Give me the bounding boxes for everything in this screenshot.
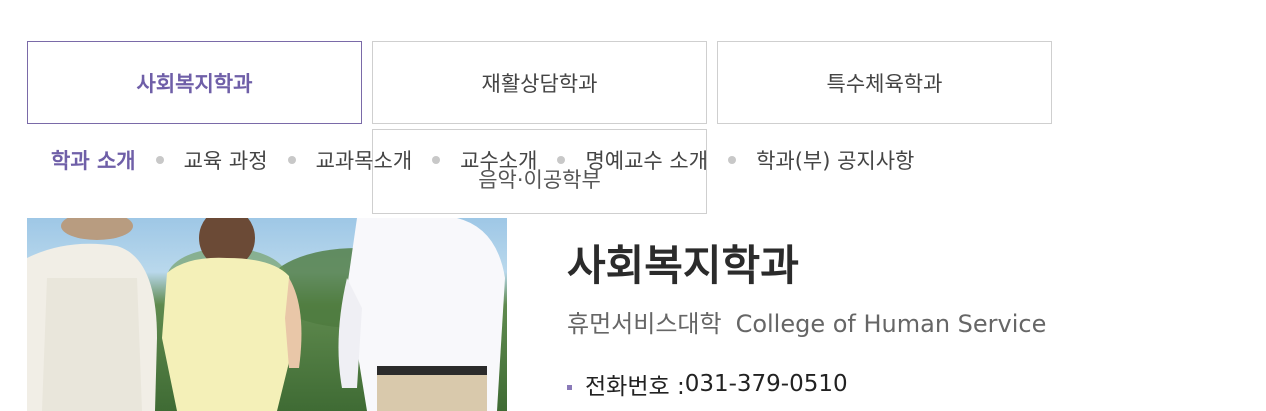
tab-label: 사회복지학과 <box>136 71 253 96</box>
tab-label: 재활상담학과 <box>481 71 598 96</box>
separator-dot <box>155 156 164 164</box>
department-title: 사회복지학과 <box>567 241 799 290</box>
subnav-item-emeritus-faculty[interactable]: 명예교수 소개 <box>585 145 708 175</box>
subnav-item-course-intro[interactable]: 교과목소개 <box>316 145 413 175</box>
college-name-korean: 휴먼서비스대학 <box>567 310 722 338</box>
subnav-item-department-intro[interactable]: 학과 소개 <box>51 145 136 175</box>
separator-dot <box>432 156 441 164</box>
separator-dot <box>728 156 737 164</box>
department-subnav: 학과 소개 교육 과정 교과목소개 교수소개 명예교수 소개 학과(부) 공지사… <box>51 142 914 178</box>
tab-special-physical-education[interactable]: 특수체육학과 <box>717 41 1052 124</box>
tab-social-welfare[interactable]: 사회복지학과 <box>27 41 362 124</box>
separator-dot <box>287 156 296 164</box>
college-name: 휴먼서비스대학 College of Human Service <box>567 304 1046 339</box>
department-photo <box>27 218 507 411</box>
tab-rehabilitation-counseling[interactable]: 재활상담학과 <box>372 41 707 124</box>
phone-number: 031-379-0510 <box>684 371 848 397</box>
college-name-english: College of Human Service <box>735 310 1047 338</box>
contact-info: 전화번호 : 031-379-0510 <box>567 367 848 401</box>
phone-label: 전화번호 : <box>585 374 685 400</box>
subnav-item-notices[interactable]: 학과(부) 공지사항 <box>756 145 914 175</box>
bullet-icon <box>567 384 572 390</box>
separator-dot <box>557 156 566 164</box>
subnav-item-faculty[interactable]: 교수소개 <box>460 145 537 175</box>
people-walking-illustration <box>27 218 505 411</box>
subnav-item-curriculum[interactable]: 교육 과정 <box>184 145 268 175</box>
tab-label: 특수체육학과 <box>826 71 943 96</box>
